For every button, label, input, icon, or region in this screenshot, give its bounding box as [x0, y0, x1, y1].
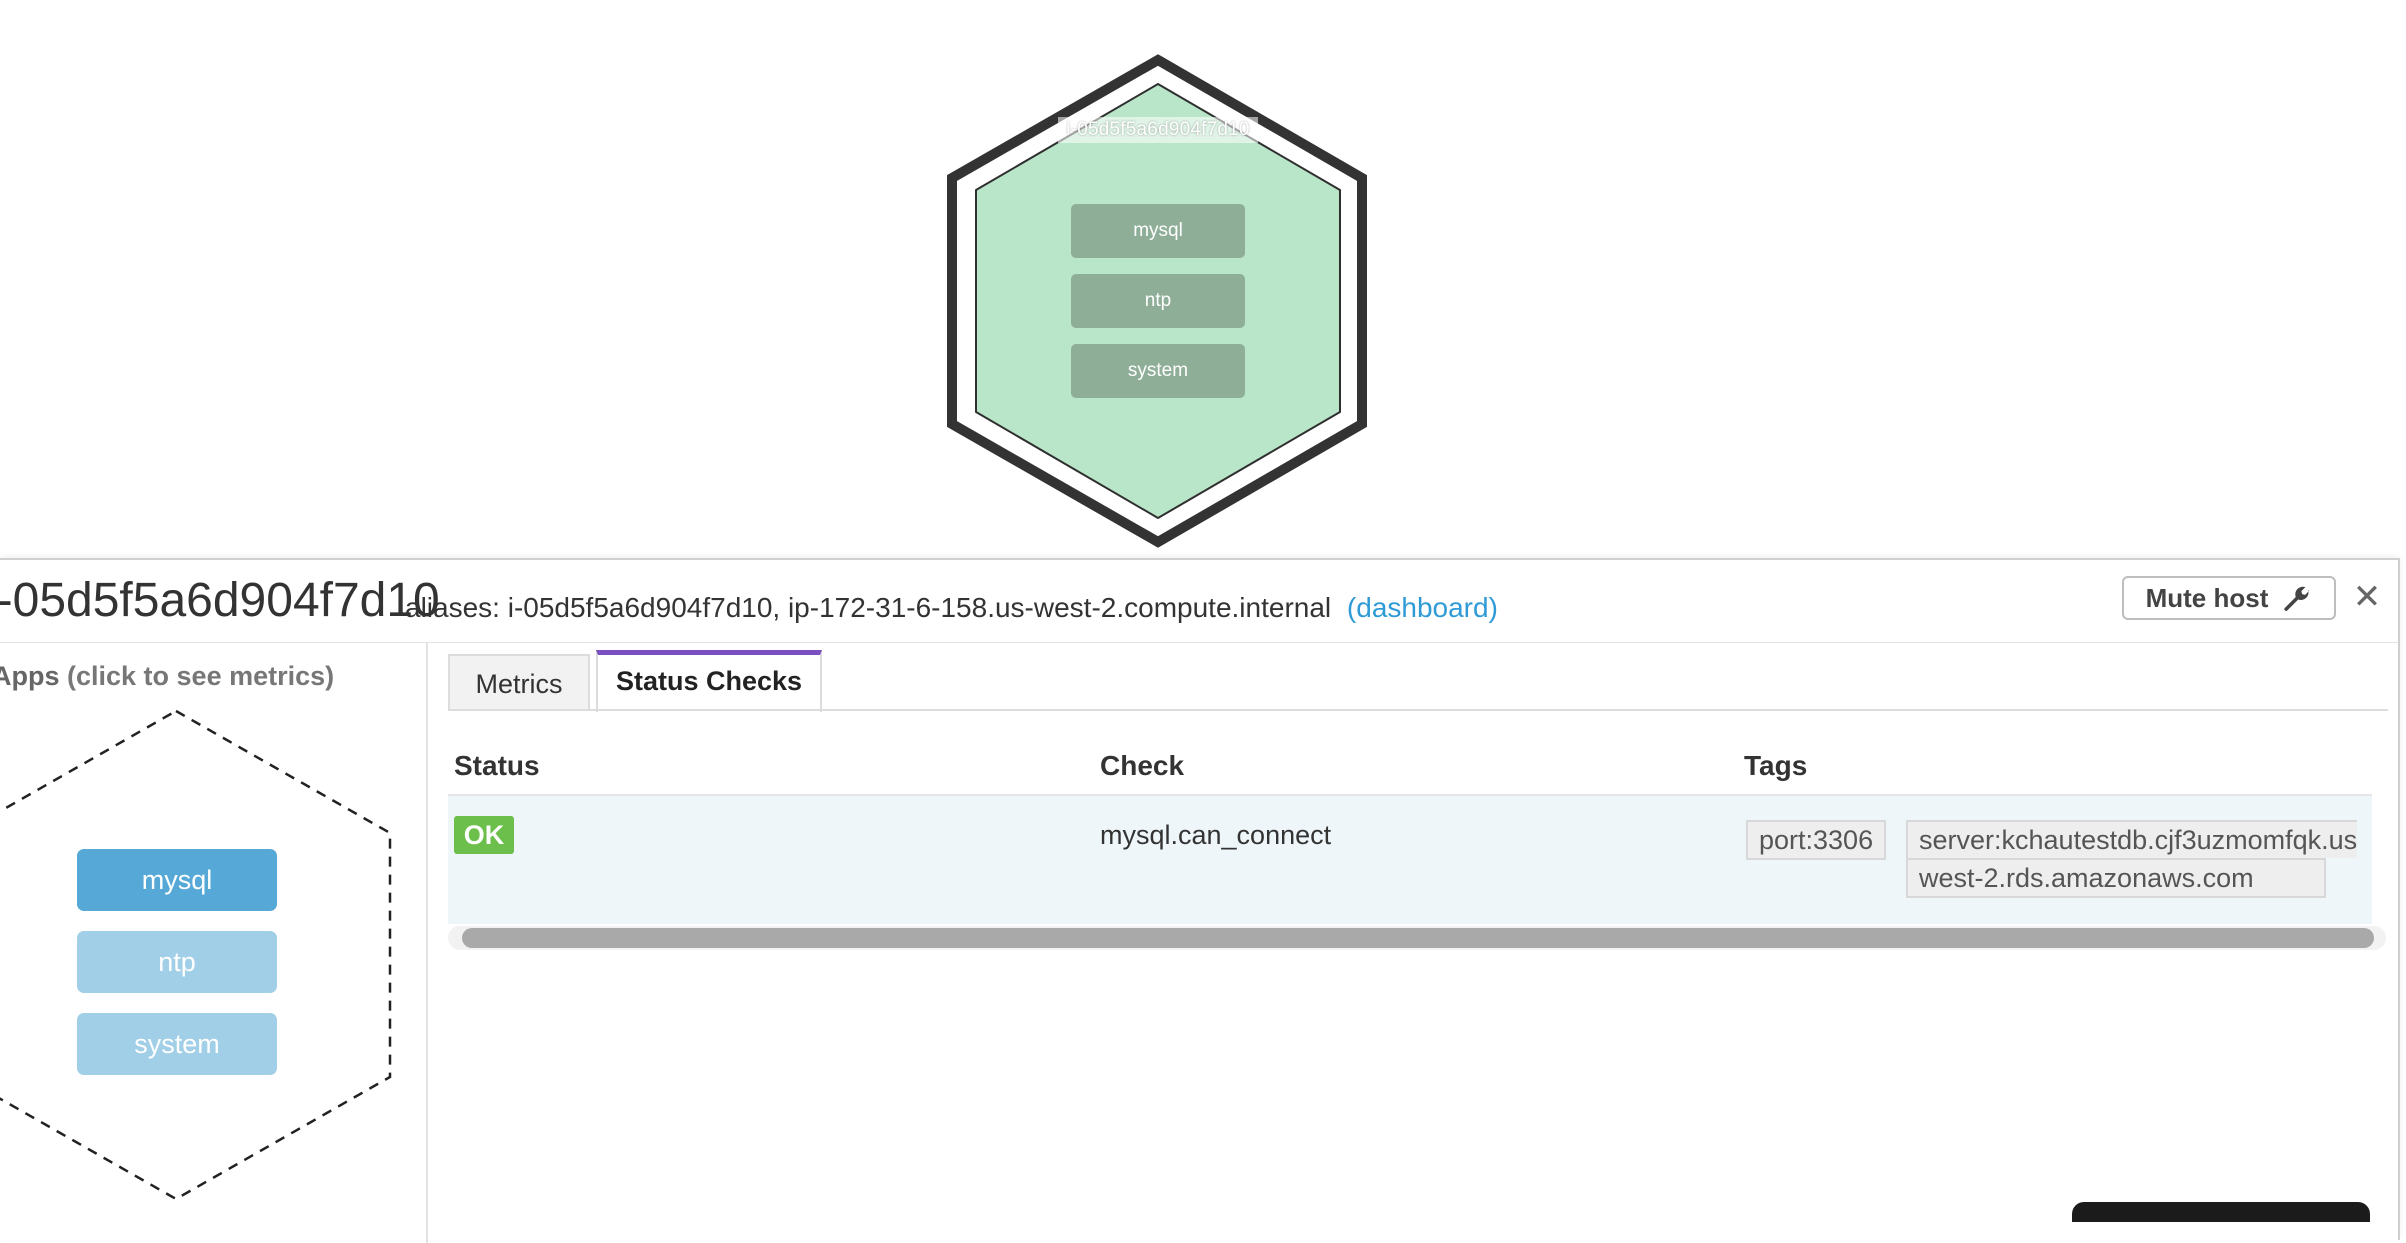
tab-status-checks[interactable]: Status Checks	[596, 650, 822, 712]
host-label: i-05d5f5a6d904f7d10	[1058, 117, 1258, 143]
aliases-text: i-05d5f5a6d904f7d10, ip-172-31-6-158.us-…	[507, 592, 1332, 623]
map-check-system[interactable]: system	[1071, 344, 1245, 398]
apps-prefix: Apps	[0, 661, 60, 691]
bottom-toast-edge	[2072, 1202, 2370, 1222]
app-ntp-button[interactable]: ntp	[77, 931, 277, 993]
wrench-icon	[2284, 586, 2310, 611]
dashboard-link[interactable]: (dashboard)	[1347, 592, 1498, 623]
mute-host-label: Mute host	[2145, 582, 2269, 613]
header-tags: Tags	[1744, 750, 1808, 781]
status-badge: OK	[454, 816, 514, 854]
close-icon[interactable]: ✕	[2350, 580, 2384, 614]
hostmap-canvas: i-05d5f5a6d904f7d10 mysql ntp system	[0, 0, 2406, 560]
apps-heading: Apps (click to see metrics)	[0, 661, 334, 692]
host-title: i-05d5f5a6d904f7d10	[0, 574, 440, 627]
tab-metrics[interactable]: Metrics	[448, 654, 590, 710]
apps-hint: (click to see metrics)	[67, 661, 335, 691]
host-aliases: aliases: i-05d5f5a6d904f7d10, ip-172-31-…	[405, 592, 1498, 624]
aliases-prefix: aliases:	[405, 592, 500, 623]
horizontal-scrollbar-thumb[interactable]	[462, 928, 2374, 948]
apps-column: Apps (click to see metrics) mysql ntp sy…	[0, 643, 428, 1243]
map-check-mysql[interactable]: mysql	[1071, 204, 1245, 258]
table-row: OK mysql.can_connect port:3306 server:kc…	[448, 796, 2372, 924]
panel-header: i-05d5f5a6d904f7d10 aliases: i-05d5f5a6d…	[0, 560, 2398, 643]
tag-port[interactable]: port:3306	[1746, 820, 1887, 860]
header-status: Status	[454, 750, 540, 781]
app-system-button[interactable]: system	[77, 1013, 277, 1075]
tag-server-continued[interactable]: west-2.rds.amazonaws.com	[1906, 858, 2326, 898]
tabs-divider	[448, 709, 2388, 711]
tag-server[interactable]: server:kchautestdb.cjf3uzmomfqk.us	[1906, 820, 2358, 858]
map-check-ntp[interactable]: ntp	[1071, 274, 1245, 328]
app-mysql-button[interactable]: mysql	[77, 849, 277, 911]
check-name: mysql.can_connect	[1100, 820, 1332, 850]
mute-host-button[interactable]: Mute host	[2122, 576, 2336, 620]
header-check: Check	[1100, 750, 1185, 781]
